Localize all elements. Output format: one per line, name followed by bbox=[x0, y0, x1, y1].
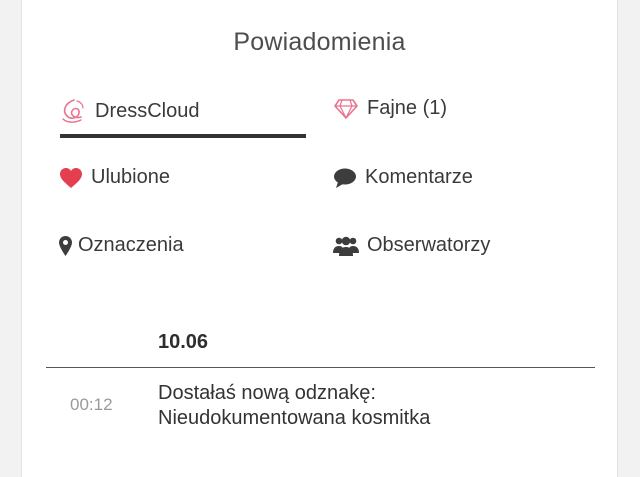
tab-label: Oznaczenia bbox=[78, 234, 184, 256]
diamond-icon bbox=[333, 98, 359, 120]
notification-item[interactable]: 00:12 Dostałaś nową odznakę: Nieudokumen… bbox=[22, 378, 619, 438]
page-title: Powiadomienia bbox=[233, 28, 406, 56]
tab-ulubione[interactable]: Ulubione bbox=[59, 166, 170, 189]
tab-obserwatorzy[interactable]: Obserwatorzy bbox=[333, 234, 490, 257]
tab-label: Obserwatorzy bbox=[367, 234, 491, 256]
tab-fajne[interactable]: Fajne (1) bbox=[333, 97, 447, 120]
notification-line: Dostałaś nową odznakę: bbox=[158, 382, 376, 404]
heart-icon bbox=[59, 167, 83, 189]
tab-label: Ulubione bbox=[91, 166, 170, 188]
notification-line: Nieudokumentowana kosmitka bbox=[158, 407, 431, 429]
tab-label: DressCloud bbox=[95, 99, 200, 122]
notification-time: 00:12 bbox=[70, 395, 113, 414]
tab-label: Fajne (1) bbox=[367, 97, 448, 119]
dresscloud-logo-icon bbox=[59, 97, 87, 125]
tab-dresscloud[interactable]: DressCloud bbox=[59, 97, 199, 125]
notification-text: Dostałaś nową odznakę: Nieudokumentowana… bbox=[158, 381, 430, 431]
tab-oznaczenia[interactable]: Oznaczenia bbox=[59, 234, 184, 257]
active-tab-indicator bbox=[60, 134, 306, 138]
notifications-panel: Powiadomienia DressCloud Fajne (1) Ulubi… bbox=[21, 0, 618, 477]
map-marker-icon bbox=[59, 235, 72, 256]
tab-komentarze[interactable]: Komentarze bbox=[333, 166, 473, 189]
tab-label: Komentarze bbox=[365, 166, 473, 188]
users-icon bbox=[333, 235, 359, 257]
date-header: 10.06 bbox=[158, 331, 209, 353]
date-divider bbox=[46, 367, 595, 368]
comment-icon bbox=[333, 167, 357, 189]
